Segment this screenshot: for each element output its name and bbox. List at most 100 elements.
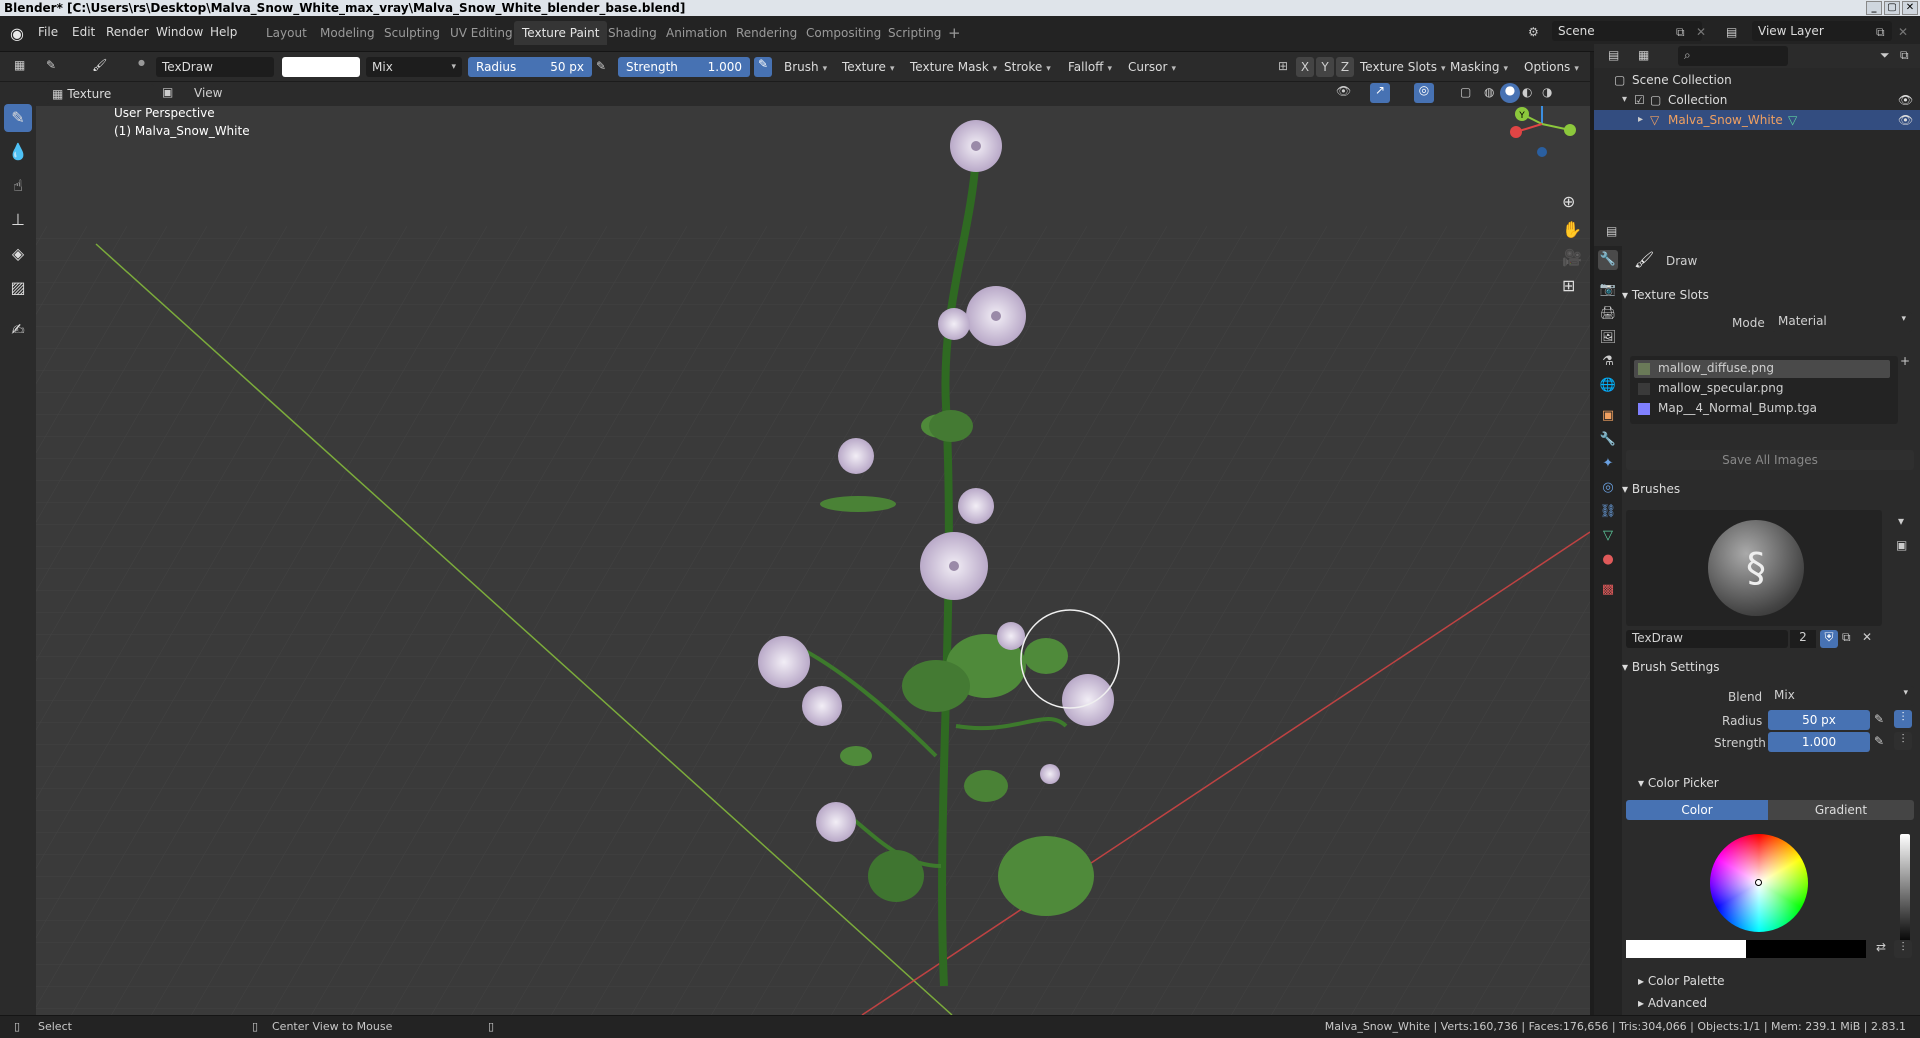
fake-user-icon[interactable]: ⛨: [1820, 630, 1838, 648]
mirror-y-toggle[interactable]: Y: [1316, 57, 1334, 77]
smear-tool-icon[interactable]: ☝: [4, 172, 32, 200]
strength-pressure-icon[interactable]: ✎: [1874, 734, 1884, 748]
tab-scripting[interactable]: Scripting: [880, 21, 949, 45]
color-tab[interactable]: Color: [1626, 800, 1768, 820]
material-shading-icon[interactable]: ◐: [1522, 85, 1532, 99]
menu-edit[interactable]: Edit: [72, 25, 95, 39]
duplicate-brush-icon[interactable]: ⧉: [1842, 630, 1851, 645]
world-tab-icon[interactable]: 🌐: [1598, 376, 1618, 396]
advanced-panel-header[interactable]: ▸ Advanced: [1638, 992, 1920, 1014]
filter-icon[interactable]: ⏷: [1880, 48, 1890, 63]
tab-uv-editing[interactable]: UV Editing: [442, 21, 521, 45]
output-tab-icon[interactable]: 🖨: [1598, 304, 1618, 324]
mode-dropdown[interactable]: ▦Texture Paint▾: [46, 84, 154, 121]
texture-slot-item[interactable]: Map__4_Normal_Bump.tga: [1634, 400, 1890, 418]
rendered-shading-icon[interactable]: ◑: [1542, 85, 1552, 99]
color-wheel[interactable]: [1710, 834, 1808, 932]
menu-window[interactable]: Window: [156, 25, 203, 39]
color-wheel-cursor[interactable]: [1755, 879, 1762, 886]
outliner-row-scene-collection[interactable]: ▢ Scene Collection: [1594, 70, 1920, 90]
outliner-editor-icon[interactable]: ▤: [1608, 48, 1619, 62]
menu-texture-mask[interactable]: Texture Mask ▾: [902, 57, 1005, 77]
tool-icon[interactable]: ✎: [46, 58, 56, 72]
tab-texture-paint[interactable]: Texture Paint: [514, 21, 608, 45]
menu-texture-slots[interactable]: Texture Slots ▾: [1352, 57, 1454, 77]
blend-mode-dropdown[interactable]: Mix ▾: [366, 57, 462, 77]
brushes-panel-header[interactable]: ▾ Brushes: [1622, 478, 1914, 500]
radius-pressure-icon[interactable]: ✎: [1874, 712, 1884, 726]
save-all-images-button[interactable]: Save All Images: [1626, 450, 1914, 470]
menu-falloff[interactable]: Falloff ▾: [1060, 57, 1120, 77]
menu-help[interactable]: Help: [210, 25, 237, 39]
brush-color-swatch[interactable]: [282, 57, 360, 77]
properties-editor-icon[interactable]: ▤: [1606, 224, 1617, 238]
minimize-icon[interactable]: _: [1866, 1, 1882, 15]
tab-rendering[interactable]: Rendering: [728, 21, 805, 45]
physics-tab-icon[interactable]: ◎: [1598, 478, 1618, 498]
view-layer-selector[interactable]: View Layer: [1752, 21, 1892, 41]
constraints-tab-icon[interactable]: ⛓: [1598, 502, 1618, 522]
brush-dropdown-icon[interactable]: ▾: [1898, 514, 1904, 528]
maximize-icon[interactable]: ▢: [1884, 1, 1900, 15]
texture-slot-item[interactable]: mallow_specular.png: [1634, 380, 1890, 398]
menu-render[interactable]: Render: [106, 25, 149, 39]
brush-name-field[interactable]: TexDraw: [156, 57, 274, 77]
pan-hand-icon[interactable]: ✋: [1562, 220, 1582, 239]
radius-slider[interactable]: 50 px: [1768, 710, 1870, 730]
clone-tool-icon[interactable]: ⊥: [4, 206, 32, 234]
menu-stroke[interactable]: Stroke ▾: [996, 57, 1059, 77]
blend-dropdown[interactable]: Mix ▾: [1768, 686, 1914, 706]
outliner-row-collection[interactable]: ▾ ☑ ▢ Collection 👁: [1594, 90, 1920, 110]
brush-settings-panel-header[interactable]: ▾ Brush Settings: [1622, 656, 1914, 678]
gradient-tab[interactable]: Gradient: [1768, 800, 1914, 820]
gizmo-icon[interactable]: ↗: [1370, 83, 1390, 103]
outliner-row-object[interactable]: ▸ ▽ Malva_Snow_White ▽ 👁: [1594, 110, 1920, 130]
mirror-x-toggle[interactable]: X: [1296, 57, 1314, 77]
menu-options[interactable]: Options ▾: [1516, 57, 1587, 77]
blender-logo-icon[interactable]: ◉: [10, 24, 30, 44]
menu-texture[interactable]: Texture ▾: [834, 57, 902, 77]
tab-sculpting[interactable]: Sculpting: [376, 21, 448, 45]
add-workspace-button[interactable]: +: [940, 21, 969, 45]
mask-tool-icon[interactable]: ▨: [4, 274, 32, 302]
secondary-color-swatch[interactable]: [1746, 940, 1866, 958]
new-view-layer-icon[interactable]: ⧉: [1876, 25, 1885, 40]
menu-file[interactable]: File: [38, 25, 58, 39]
expand-arrow-icon[interactable]: ▾: [1622, 90, 1627, 110]
unlink-brush-icon[interactable]: ✕: [1862, 630, 1872, 644]
texture-slot-item[interactable]: mallow_diffuse.png: [1634, 360, 1890, 378]
overlay-icon[interactable]: ◎: [1414, 83, 1434, 103]
brush-users-count[interactable]: 2: [1790, 630, 1816, 648]
strength-slider[interactable]: 1.000: [1768, 732, 1870, 752]
navigation-gizmo[interactable]: Z Y: [1502, 106, 1582, 164]
annotate-tool-icon[interactable]: ✍: [4, 316, 32, 344]
particles-tab-icon[interactable]: ✦: [1598, 454, 1618, 474]
expand-arrow-icon[interactable]: ▸: [1638, 110, 1643, 130]
modifier-tab-icon[interactable]: 🔧: [1598, 430, 1618, 450]
add-slot-icon[interactable]: +: [1900, 354, 1910, 368]
view-layer-tab-icon[interactable]: 🖼: [1598, 328, 1618, 348]
display-mode-icon[interactable]: ▦: [1638, 48, 1649, 62]
tab-layout[interactable]: Layout: [258, 21, 315, 45]
ortho-grid-icon[interactable]: ⊞: [1562, 276, 1575, 295]
eye-icon[interactable]: 👁: [1898, 90, 1913, 110]
primary-color-swatch[interactable]: [1626, 940, 1746, 958]
color-palette-panel-header[interactable]: ▸ Color Palette: [1638, 970, 1920, 992]
radius-pressure-icon[interactable]: ✎: [596, 59, 606, 73]
visibility-icon[interactable]: 👁: [1336, 84, 1351, 98]
tab-compositing[interactable]: Compositing: [798, 21, 889, 45]
strength-slider[interactable]: Strength 1.000: [618, 57, 750, 77]
menu-brush[interactable]: Brush ▾: [776, 57, 835, 77]
data-tab-icon[interactable]: ▽: [1598, 526, 1618, 546]
new-scene-icon[interactable]: ⧉: [1676, 25, 1685, 40]
brush-preview[interactable]: §: [1626, 510, 1882, 626]
menu-masking[interactable]: Masking ▾: [1442, 57, 1516, 77]
zoom-icon[interactable]: ⊕: [1562, 192, 1575, 211]
draw-tool-icon[interactable]: ✎: [4, 104, 32, 132]
strength-pressure-icon[interactable]: ✎: [754, 57, 772, 77]
value-slider[interactable]: [1900, 834, 1910, 944]
menu-cursor[interactable]: Cursor ▾: [1120, 57, 1184, 77]
scene-tab-icon[interactable]: ⚗: [1598, 352, 1618, 372]
wireframe-shading-icon[interactable]: ◍: [1484, 85, 1494, 99]
tool-tab-icon[interactable]: 🔧: [1598, 250, 1618, 270]
